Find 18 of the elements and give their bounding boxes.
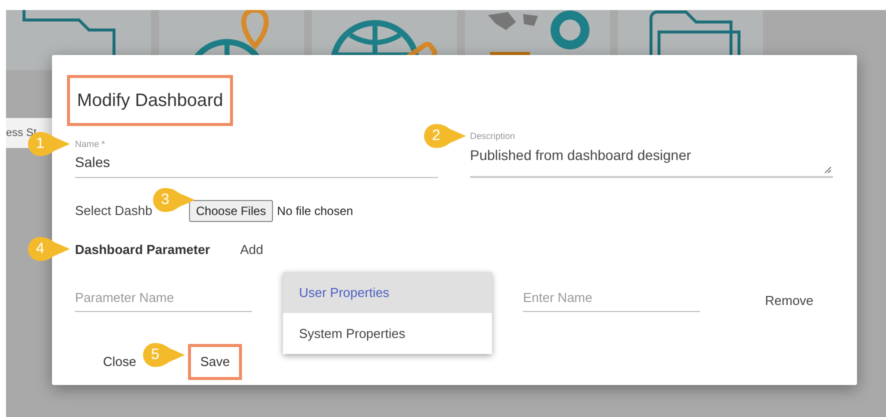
file-label: Select Dashb: [75, 202, 153, 220]
add-link[interactable]: Add: [240, 240, 264, 260]
section-title: Dashboard Parameter: [75, 241, 210, 259]
dialog-title: Modify Dashboard: [67, 75, 234, 126]
save-button[interactable]: Save: [188, 344, 242, 380]
callout-marker: 2: [424, 124, 466, 148]
choose-files-button[interactable]: Choose Files: [189, 200, 274, 222]
enter-name-field[interactable]: Enter Name: [523, 288, 700, 312]
menu-item[interactable]: System Properties: [283, 313, 492, 354]
callout-marker: 4: [28, 237, 70, 261]
resize-grip-icon[interactable]: [824, 166, 832, 174]
callout-marker: 3: [153, 188, 195, 212]
remove-button[interactable]: Remove: [765, 290, 814, 310]
parameter-name-field[interactable]: Parameter Name: [75, 288, 252, 312]
description-field[interactable]: Description Published from dashboard designer: [470, 131, 833, 178]
callout-marker: 5: [143, 343, 185, 367]
file-status: No file chosen: [277, 203, 354, 220]
menu-item[interactable]: User Properties: [283, 272, 492, 313]
